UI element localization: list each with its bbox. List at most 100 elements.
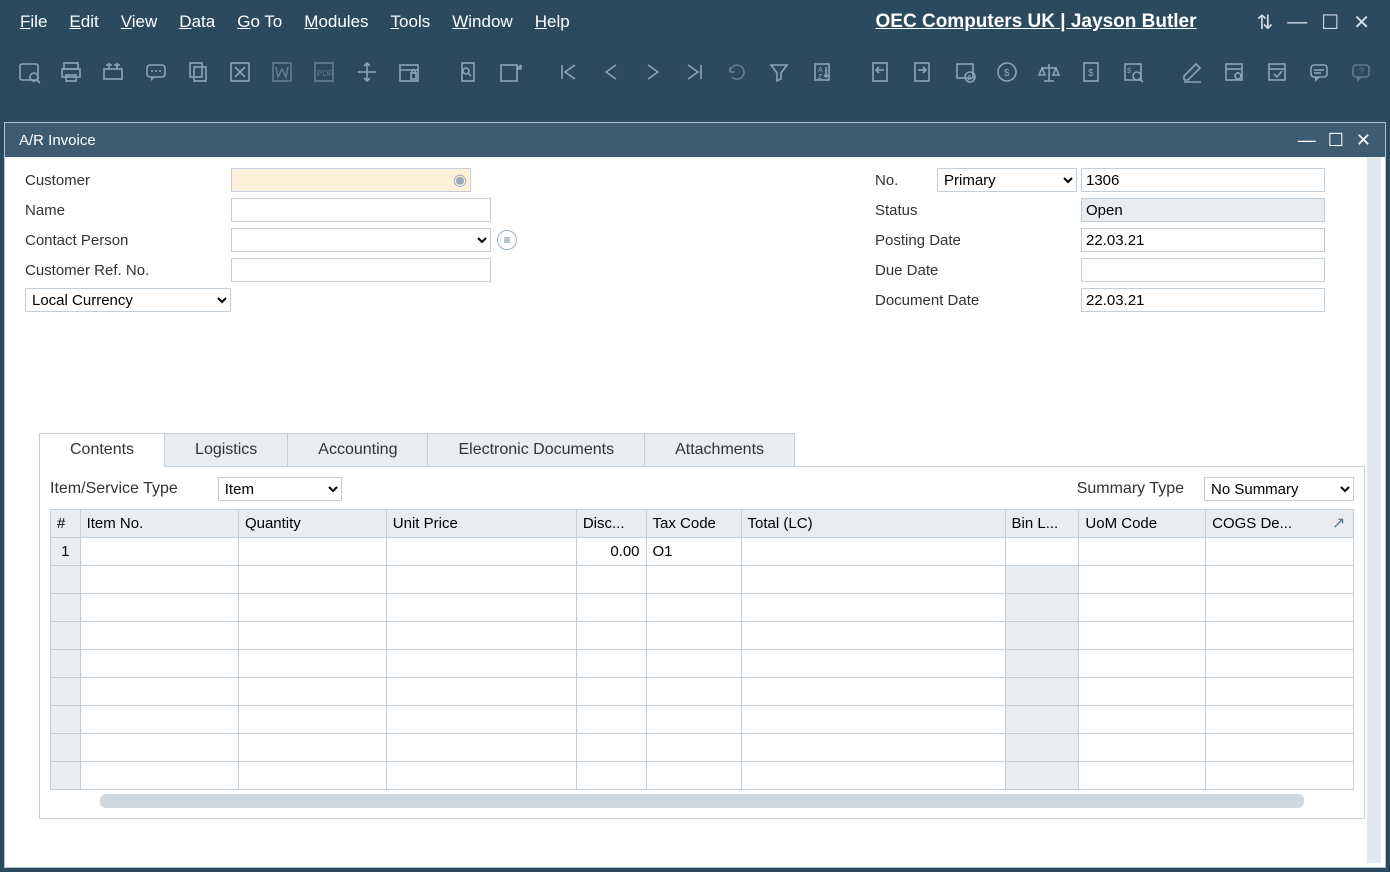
- prev-record-icon[interactable]: [594, 52, 628, 92]
- lock-screen-icon[interactable]: [392, 52, 426, 92]
- name-label: Name: [25, 202, 231, 219]
- svg-text:PDF: PDF: [317, 69, 333, 78]
- menu-modules[interactable]: Modules: [304, 12, 368, 32]
- context-help-icon[interactable]: ?: [1344, 52, 1378, 92]
- find-icon[interactable]: [450, 52, 484, 92]
- filter-icon[interactable]: [762, 52, 796, 92]
- svg-text:$: $: [1004, 68, 1010, 79]
- document-tabs: ContentsLogisticsAccountingElectronic Do…: [39, 433, 1365, 467]
- minimize-doc-icon[interactable]: —: [1298, 130, 1316, 151]
- tab-attachments[interactable]: Attachments: [644, 433, 795, 466]
- preview-icon[interactable]: [12, 52, 46, 92]
- form-settings-icon[interactable]: [1217, 52, 1251, 92]
- query-manager-icon[interactable]: $: [1116, 52, 1150, 92]
- base-doc-icon[interactable]: [863, 52, 897, 92]
- menu-tools[interactable]: Tools: [391, 12, 431, 32]
- next-record-icon[interactable]: [636, 52, 670, 92]
- docnum-input[interactable]: [1081, 168, 1325, 192]
- contact-select[interactable]: [231, 228, 491, 252]
- menu-view[interactable]: View: [121, 12, 158, 32]
- status-label: Status: [875, 202, 1081, 219]
- messages-icon[interactable]: [1302, 52, 1336, 92]
- maximize-doc-icon[interactable]: ☐: [1328, 130, 1344, 151]
- menu-data[interactable]: Data: [179, 12, 215, 32]
- first-record-icon[interactable]: [551, 52, 585, 92]
- word-icon[interactable]: [265, 52, 299, 92]
- gross-profit-icon[interactable]: $: [990, 52, 1024, 92]
- table-row: [51, 706, 1354, 734]
- close-doc-icon[interactable]: ✕: [1356, 130, 1371, 151]
- refresh-icon[interactable]: [720, 52, 754, 92]
- svg-text:$: $: [1088, 68, 1094, 79]
- menu-file[interactable]: File: [20, 12, 47, 32]
- grid-col-disc[interactable]: Disc...: [576, 510, 646, 538]
- tab-logistics[interactable]: Logistics: [164, 433, 288, 466]
- user-def-values-icon[interactable]: [1259, 52, 1293, 92]
- grid-col-unit-price[interactable]: Unit Price: [386, 510, 576, 538]
- launch-app-icon[interactable]: [350, 52, 384, 92]
- grid-col-bin-l[interactable]: Bin L...: [1005, 510, 1079, 538]
- due-date-input[interactable]: [1081, 258, 1325, 282]
- grid-col-quantity[interactable]: Quantity: [238, 510, 386, 538]
- items-grid[interactable]: #Item No.QuantityUnit PriceDisc...Tax Co…: [50, 509, 1354, 790]
- expand-grid-icon[interactable]: ↗: [1332, 513, 1350, 531]
- document-date-label: Document Date: [875, 292, 1081, 309]
- vertical-scrollbar[interactable]: [1367, 157, 1381, 863]
- customer-choose-icon[interactable]: ◉: [453, 170, 467, 190]
- item-service-type-select[interactable]: Item: [218, 477, 342, 501]
- customer-input[interactable]: [231, 168, 471, 192]
- sms-icon[interactable]: [139, 52, 173, 92]
- grid-col-total-lc[interactable]: Total (LC): [741, 510, 1005, 538]
- grid-col-uom-code[interactable]: UoM Code: [1079, 510, 1206, 538]
- select-layout-icon[interactable]: [96, 52, 130, 92]
- volume-weight-icon[interactable]: [1032, 52, 1066, 92]
- main-menubar: File Edit View Data Go To Modules Tools Window H…: [0, 0, 1390, 44]
- menu-window[interactable]: Window: [452, 12, 512, 32]
- tab-electronic-documents[interactable]: Electronic Documents: [427, 433, 645, 466]
- tab-accounting[interactable]: Accounting: [287, 433, 428, 466]
- svg-text:$: $: [1127, 68, 1131, 75]
- pdf-icon[interactable]: PDF: [307, 52, 341, 92]
- print-icon[interactable]: [54, 52, 88, 92]
- summary-type-select[interactable]: No Summary: [1204, 477, 1354, 501]
- add-icon[interactable]: [493, 52, 527, 92]
- name-input[interactable]: [231, 198, 491, 222]
- close-app-icon[interactable]: ✕: [1353, 10, 1370, 35]
- menu-help[interactable]: Help: [535, 12, 570, 32]
- copy-icon[interactable]: [181, 52, 215, 92]
- link-icon[interactable]: ⇅: [1257, 10, 1274, 35]
- tab-contents[interactable]: Contents: [39, 433, 165, 466]
- target-doc-icon[interactable]: [905, 52, 939, 92]
- posting-date-input[interactable]: [1081, 228, 1325, 252]
- grid-col-[interactable]: #: [51, 510, 81, 538]
- customer-label: Customer: [25, 172, 231, 189]
- no-series-select[interactable]: Primary: [937, 168, 1077, 192]
- contact-details-icon[interactable]: ≡: [497, 230, 517, 250]
- grid-col-tax-code[interactable]: Tax Code: [646, 510, 741, 538]
- minimize-app-icon[interactable]: —: [1287, 11, 1307, 34]
- app-window-controls: ⇅ — ☐ ✕: [1257, 10, 1370, 35]
- payment-means-icon[interactable]: $: [948, 52, 982, 92]
- table-row[interactable]: 10.00O1: [51, 538, 1354, 566]
- maximize-app-icon[interactable]: ☐: [1321, 10, 1339, 35]
- table-row: [51, 762, 1354, 790]
- main-toolbar: PDF AZ $ $ $ $ ?: [0, 44, 1390, 100]
- item-service-type-label: Item/Service Type: [50, 480, 178, 498]
- last-record-icon[interactable]: [678, 52, 712, 92]
- table-row: [51, 622, 1354, 650]
- sort-icon[interactable]: AZ: [804, 52, 838, 92]
- currency-select[interactable]: Local Currency: [25, 288, 231, 312]
- excel-icon[interactable]: [223, 52, 257, 92]
- contents-tab-panel: Item/Service Type Item Summary Type No S…: [39, 467, 1365, 819]
- company-user-label[interactable]: OEC Computers UK | Jayson Butler: [876, 11, 1197, 33]
- document-date-input[interactable]: [1081, 288, 1325, 312]
- journal-icon[interactable]: $: [1074, 52, 1108, 92]
- menu-edit[interactable]: Edit: [69, 12, 98, 32]
- grid-col-item-no[interactable]: Item No.: [80, 510, 238, 538]
- menu-go-to[interactable]: Go To: [237, 12, 282, 32]
- layout-designer-icon[interactable]: [1175, 52, 1209, 92]
- table-row: [51, 678, 1354, 706]
- custref-input[interactable]: [231, 258, 491, 282]
- grid-horizontal-scrollbar[interactable]: [100, 794, 1304, 808]
- header-right-column: No. Primary Status Posting Date Due Date: [875, 167, 1325, 313]
